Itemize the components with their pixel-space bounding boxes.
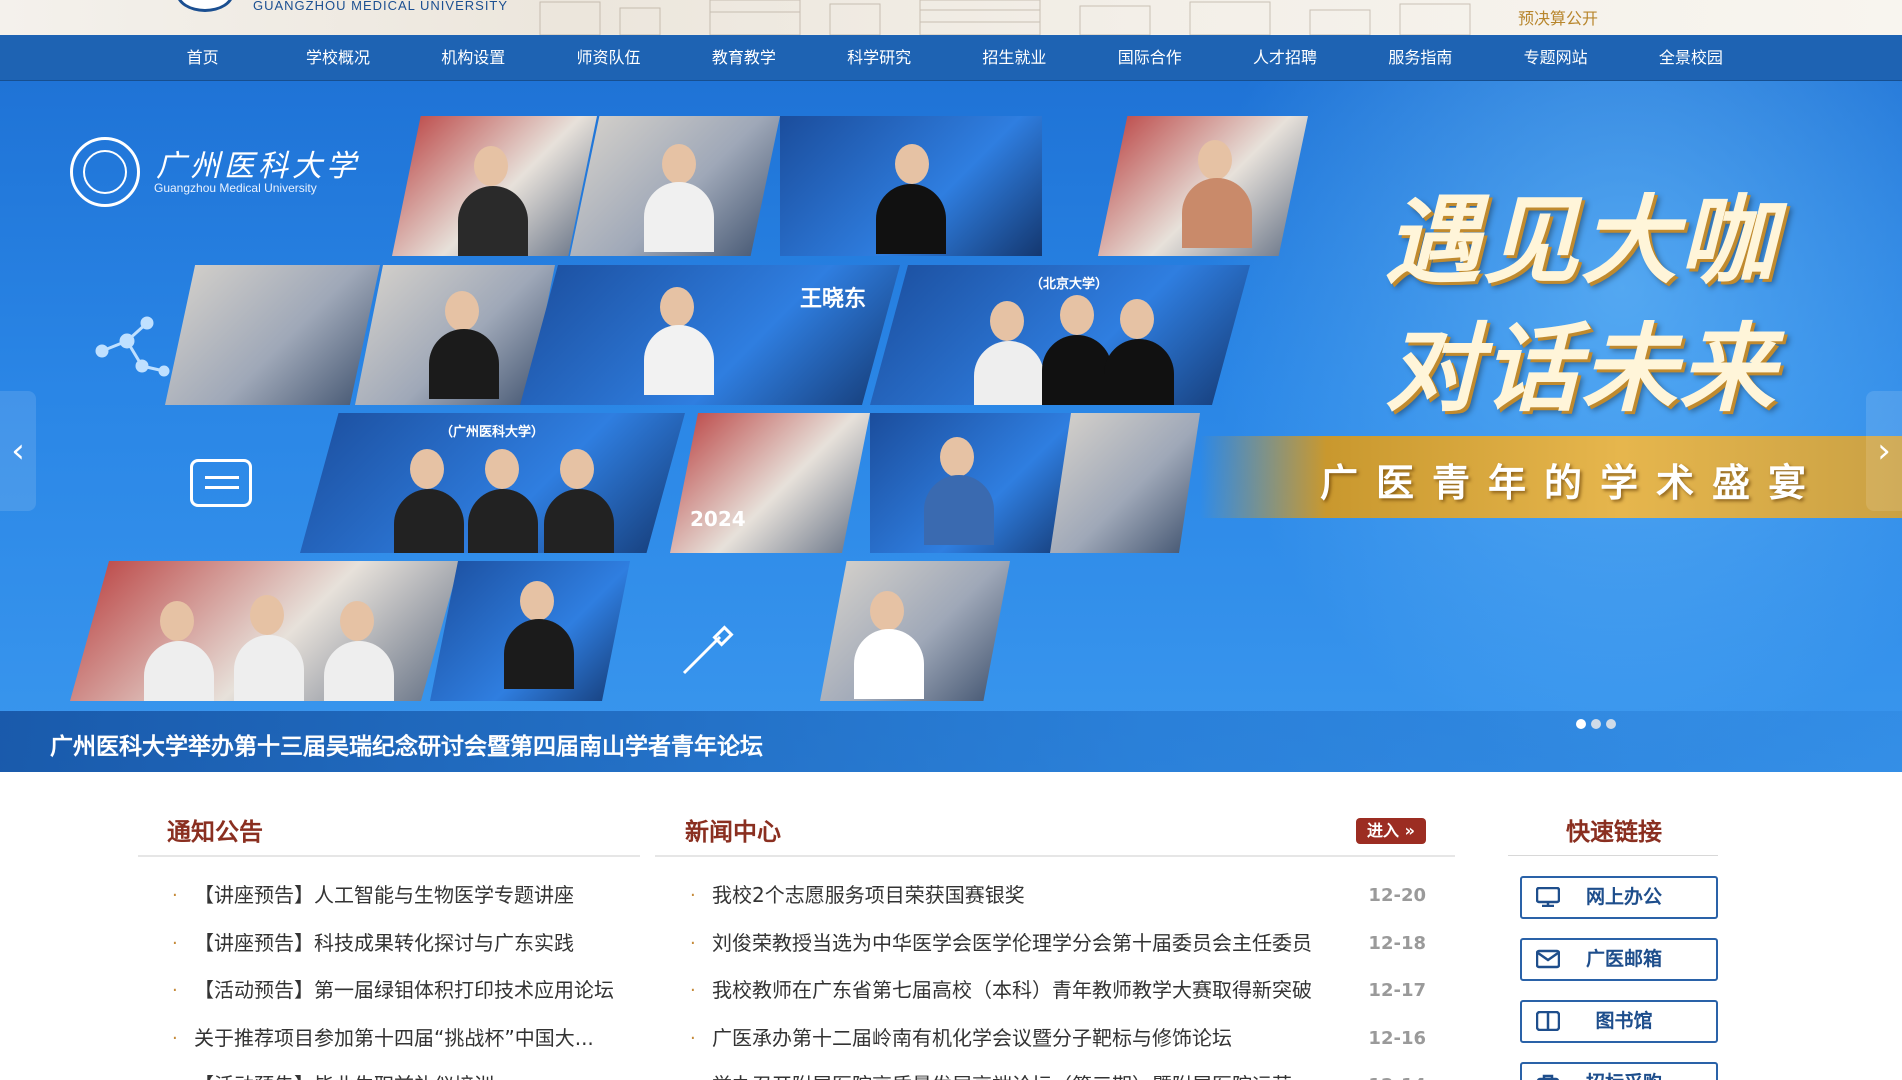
nav-item-research[interactable]: 科学研究	[811, 35, 946, 81]
pen-icon	[682, 625, 734, 675]
budget-disclosure-link[interactable]: 预决算公开	[1518, 5, 1598, 29]
nav-item-recruitment[interactable]: 人才招聘	[1217, 35, 1352, 81]
news-item[interactable]: · 广医承办第十二届岭南有机化学会议暨分子靶标与修饰论坛 12-16	[690, 1015, 1426, 1063]
notice-item[interactable]: · 【讲座预告】科技成果转化探讨与广东实践	[172, 920, 612, 968]
quick-link-library[interactable]: 图书馆	[1520, 1000, 1718, 1043]
nav-item-faculty[interactable]: 师资队伍	[541, 35, 676, 81]
carousel-next-button[interactable]: ›	[1866, 391, 1902, 511]
hero-banner-slide[interactable]: 广州医科大学 Guangzhou Medical University 王晓东 …	[0, 81, 1902, 772]
banner-photo-audience-rows	[70, 561, 460, 701]
banner-photo-speaker-3	[355, 265, 555, 405]
banner-photo-lecturer-audience	[392, 116, 597, 256]
carousel-indicators	[1576, 719, 1616, 729]
banner-photo-slide-projection	[1050, 413, 1200, 553]
notices-divider	[138, 855, 640, 857]
molecule-icon	[95, 316, 170, 377]
notices-section-title: 通知公告	[167, 817, 263, 846]
banner-photo-elder-speaker	[430, 561, 630, 701]
banner-photo-wang-xiaodong: 王晓东	[520, 265, 900, 405]
bullet-icon: ·	[172, 1027, 178, 1049]
banner-school-chinese-name: 广州医科大学	[156, 149, 360, 184]
bullet-icon: ·	[172, 980, 178, 1001]
banner-photo-female-speaker	[820, 561, 1010, 701]
banner-caption-bar: 广州医科大学举办第十三届吴瑞纪念研讨会暨第四届南山学者青年论坛	[0, 711, 1902, 772]
quick-links-divider	[1508, 855, 1718, 856]
university-seal-logo[interactable]	[176, 0, 234, 12]
nav-item-services[interactable]: 服务指南	[1353, 35, 1488, 81]
notice-item[interactable]: · 关于推荐项目参加第十四届“挑战杯”中国大...	[172, 1015, 612, 1063]
quick-link-label: 招标采购	[1522, 1064, 1716, 1080]
school-english-name: GUANGZHOU MEDICAL UNIVERSITY	[253, 0, 509, 13]
quick-link-label: 广医邮箱	[1585, 948, 1662, 970]
banner-photo-speaker-1	[570, 116, 780, 256]
quick-link-label: 图书馆	[1595, 1010, 1653, 1032]
carousel-prev-button[interactable]: ‹	[0, 391, 36, 511]
news-list: · 我校2个志愿服务项目荣获国赛银奖 12-20 · 刘俊荣教授当选为中华医学会医学伦…	[690, 872, 1426, 1080]
nav-item-home[interactable]: 首页	[135, 35, 270, 81]
banner-photo-audience-question	[1098, 116, 1308, 256]
banner-university-emblem	[70, 137, 140, 207]
banner-photo-peking-tag: （北京大学）	[1030, 277, 1109, 292]
nav-item-about[interactable]: 学校概况	[270, 35, 405, 81]
quick-link-procurement[interactable]: 招标采购	[1520, 1062, 1718, 1080]
news-item[interactable]: ·举办召开附属医院高质量发展高端论坛（第三期）暨附属医院运营12-14	[690, 1062, 1426, 1080]
chevron-right-icon: ›	[1877, 431, 1891, 471]
chat-bubble-icon	[190, 459, 252, 507]
nav-item-panorama[interactable]: 全景校园	[1623, 35, 1758, 81]
bullet-icon: ·	[172, 1062, 178, 1080]
bullet-icon: ·	[690, 1062, 696, 1080]
bullet-icon: ·	[690, 932, 696, 954]
banner-photo-podium-speaker	[870, 413, 1080, 553]
news-more-button[interactable]: 进入 »	[1356, 818, 1426, 844]
bullet-icon: ·	[690, 1027, 696, 1049]
banner-caption[interactable]: 广州医科大学举办第十三届吴瑞纪念研讨会暨第四届南山学者青年论坛	[50, 727, 763, 761]
nav-item-admissions[interactable]: 招生就业	[947, 35, 1082, 81]
banner-slogan-line-2: 对话未来	[1385, 313, 1777, 425]
carousel-dot-2[interactable]	[1591, 719, 1601, 729]
nav-item-international[interactable]: 国际合作	[1082, 35, 1217, 81]
quick-link-label: 网上办公	[1585, 886, 1662, 908]
nav-item-education[interactable]: 教育教学	[676, 35, 811, 81]
carousel-dot-3[interactable]	[1606, 719, 1616, 729]
notice-item[interactable]: ·【活动预告】毕业生职前礼仪培训	[172, 1062, 612, 1080]
news-item[interactable]: · 刘俊荣教授当选为中华医学会医学伦理学分会第十届委员会主任委员 12-18	[690, 920, 1426, 968]
banner-subtitle: 广医青年的学术盛宴	[1320, 460, 1825, 505]
chevron-left-icon: ‹	[11, 431, 25, 471]
top-header: GUANGZHOU MEDICAL UNIVERSITY 预决算公开	[0, 0, 1902, 35]
banner-school-english-name: Guangzhou Medical University	[154, 181, 317, 195]
banner-photo-conference-stage: 2024	[670, 413, 870, 553]
notices-list: · 【讲座预告】人工智能与生物医学专题讲座 · 【讲座预告】科技成果转化探讨与广东实…	[172, 872, 614, 1080]
main-navigation: 首页 学校概况 机构设置 师资队伍 教育教学 科学研究 招生就业 国际合作 人才…	[0, 35, 1902, 81]
carousel-dot-1[interactable]	[1576, 719, 1586, 729]
news-item[interactable]: · 我校教师在广东省第七届高校（本科）青年教师教学大赛取得新突破 12-17	[690, 967, 1426, 1015]
banner-photo-name-tag: 王晓东	[800, 287, 867, 312]
banner-subtitle-band: 广医青年的学术盛宴	[1200, 436, 1902, 518]
notice-item[interactable]: · 【讲座预告】人工智能与生物医学专题讲座	[172, 872, 612, 920]
bullet-icon: ·	[172, 932, 178, 954]
banner-photo-peking-award: （北京大学）	[870, 265, 1250, 405]
news-item[interactable]: · 我校2个志愿服务项目荣获国赛银奖 12-20	[690, 872, 1426, 920]
bullet-icon: ·	[172, 885, 178, 906]
quick-link-email[interactable]: 广医邮箱	[1520, 938, 1718, 981]
news-divider	[655, 855, 1455, 857]
banner-photo-gmu-group: （广州医科大学）	[300, 413, 685, 553]
notice-item[interactable]: · 【活动预告】第一届绿钼体积打印技术应用论坛	[172, 967, 614, 1015]
nav-item-special-sites[interactable]: 专题网站	[1488, 35, 1623, 81]
quick-links-section-title: 快速链接	[1566, 817, 1662, 846]
bullet-icon: ·	[690, 980, 696, 1001]
nav-item-departments[interactable]: 机构设置	[406, 35, 541, 81]
campus-sketch-decoration	[539, 0, 1471, 35]
banner-photo-year-tag: 2024	[690, 507, 746, 531]
banner-slogan-line-1: 遇见大咖	[1385, 185, 1777, 297]
quick-link-online-office[interactable]: 网上办公	[1520, 876, 1718, 919]
banner-photo-lecture-hall	[165, 265, 380, 405]
banner-photo-speaker-2	[780, 116, 1042, 256]
news-section-title: 新闻中心	[685, 817, 781, 846]
banner-photo-gmu-tag: （广州医科大学）	[440, 425, 545, 440]
bullet-icon: ·	[690, 885, 696, 906]
